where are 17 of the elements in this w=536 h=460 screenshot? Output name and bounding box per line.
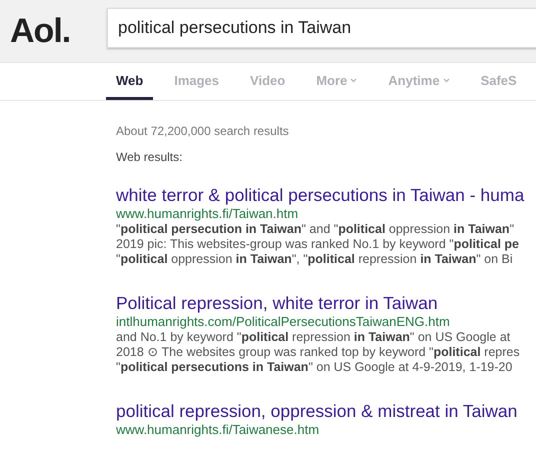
section-label: Web results: [116,150,184,164]
result-count: About 72,200,000 search results [116,124,290,138]
result-url[interactable]: www.humanrights.fi/Taiwan.htm [116,206,536,222]
result-title-link[interactable]: Political repression, white terror in Taiwan [116,292,536,314]
nav-tab[interactable]: Web [106,63,154,100]
result-url[interactable]: intlhumanrights.com/PoliticalPersecutionsTaiwanENG.htm [116,314,536,330]
result-title-link[interactable]: political repression, oppression & mistreat in Taiwan [116,400,536,422]
result-title-link[interactable]: white terror & political persecutions in Taiwan - huma [116,184,536,206]
result-snippet: and No.1 by keyword "political repression in Taiwan" on US Google at [116,330,512,345]
result-snippet: "political persecution in Taiwan" and "political oppression in Taiwan" [116,222,515,237]
result-url[interactable]: www.humanrights.fi/Taiwanese.htm [116,422,536,438]
result-snippet: "political oppression in Taiwan", "political repression in Taiwan" on Bi [116,252,514,267]
search-field[interactable]: political persecutions in Taiwan [107,8,536,48]
result-snippet: 2018 ⊙ The websites group was ranked top by keyword "political repres [116,345,521,360]
result-snippet: 2019 pic: This websites-group was ranked No.1 by keyword "political pe [116,237,520,252]
aol-logo[interactable]: Aol. [10,12,107,50]
result-snippet: "political persecutions in Taiwan" on US Google at 4-9-2019, 1-19-20 [116,360,514,375]
